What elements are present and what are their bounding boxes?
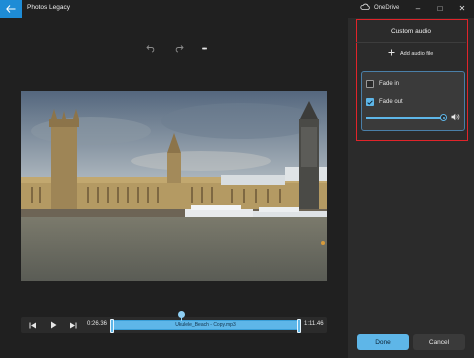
skip-back-icon <box>29 316 37 334</box>
fade-in-option[interactable]: Fade in <box>366 80 399 88</box>
video-preview <box>21 91 327 281</box>
fade-out-checkbox[interactable] <box>366 98 374 106</box>
back-button[interactable] <box>0 0 22 18</box>
skip-back-button[interactable] <box>27 319 39 331</box>
back-arrow-icon <box>6 0 16 18</box>
close-button[interactable]: ✕ <box>455 2 469 14</box>
undo-button[interactable] <box>143 42 157 56</box>
onedrive-label: OneDrive <box>374 4 400 11</box>
panel-title: Custom audio <box>390 28 432 35</box>
fade-out-option[interactable]: Fade out <box>366 98 403 106</box>
done-button[interactable]: Done <box>357 334 409 350</box>
onedrive-button[interactable]: OneDrive <box>360 3 399 12</box>
palace-of-westminster-photo <box>21 91 327 281</box>
playhead-handle[interactable] <box>178 311 185 318</box>
redo-icon <box>175 40 184 58</box>
current-time: 0:26.36 <box>87 321 108 327</box>
photos-legacy-window: Photos Legacy OneDrive – □ ✕ ••• 0:26.36… <box>0 0 474 358</box>
play-button[interactable] <box>47 319 59 331</box>
volume-slider[interactable] <box>366 114 447 121</box>
app-title: Photos Legacy <box>27 4 71 11</box>
skip-forward-icon <box>69 316 77 334</box>
volume-slider-thumb[interactable] <box>440 114 447 121</box>
add-audio-file-button[interactable]: Add audio file <box>388 49 433 58</box>
fade-in-checkbox[interactable] <box>366 80 374 88</box>
skip-forward-button[interactable] <box>67 319 79 331</box>
redo-button[interactable] <box>172 42 186 56</box>
audio-track-label: Ukulele_Beach - Copy.mp3 <box>175 322 236 328</box>
undo-icon <box>145 40 155 58</box>
add-audio-label: Add audio file <box>400 50 434 57</box>
custom-audio-panel: Custom audio Add audio file Fade in Fade… <box>348 18 474 358</box>
speaker-icon <box>451 108 460 126</box>
cloud-icon <box>360 3 370 12</box>
maximize-button[interactable]: □ <box>433 2 447 14</box>
fade-out-label: Fade out <box>379 99 403 105</box>
fade-in-label: Fade in <box>379 81 400 87</box>
editor-area: ••• 0:26.36 Ukulele_Beach - Copy.mp3 1:1… <box>0 18 348 358</box>
panel-divider <box>356 42 466 43</box>
plus-icon <box>388 49 395 58</box>
audio-options-card: Fade in Fade out <box>361 71 465 131</box>
cancel-button[interactable]: Cancel <box>413 334 465 350</box>
minimize-button[interactable]: – <box>411 2 425 14</box>
title-bar: Photos Legacy OneDrive – □ ✕ <box>0 0 474 18</box>
volume-button[interactable] <box>450 112 460 122</box>
trim-end-handle[interactable] <box>297 319 301 333</box>
more-options-button[interactable]: ••• <box>197 42 211 56</box>
total-time: 1:11.46 <box>304 321 324 327</box>
playback-bar: 0:26.36 Ukulele_Beach - Copy.mp3 1:11.46 <box>21 311 327 333</box>
play-icon <box>50 316 57 334</box>
audio-track-timeline[interactable]: Ukulele_Beach - Copy.mp3 <box>110 311 301 333</box>
